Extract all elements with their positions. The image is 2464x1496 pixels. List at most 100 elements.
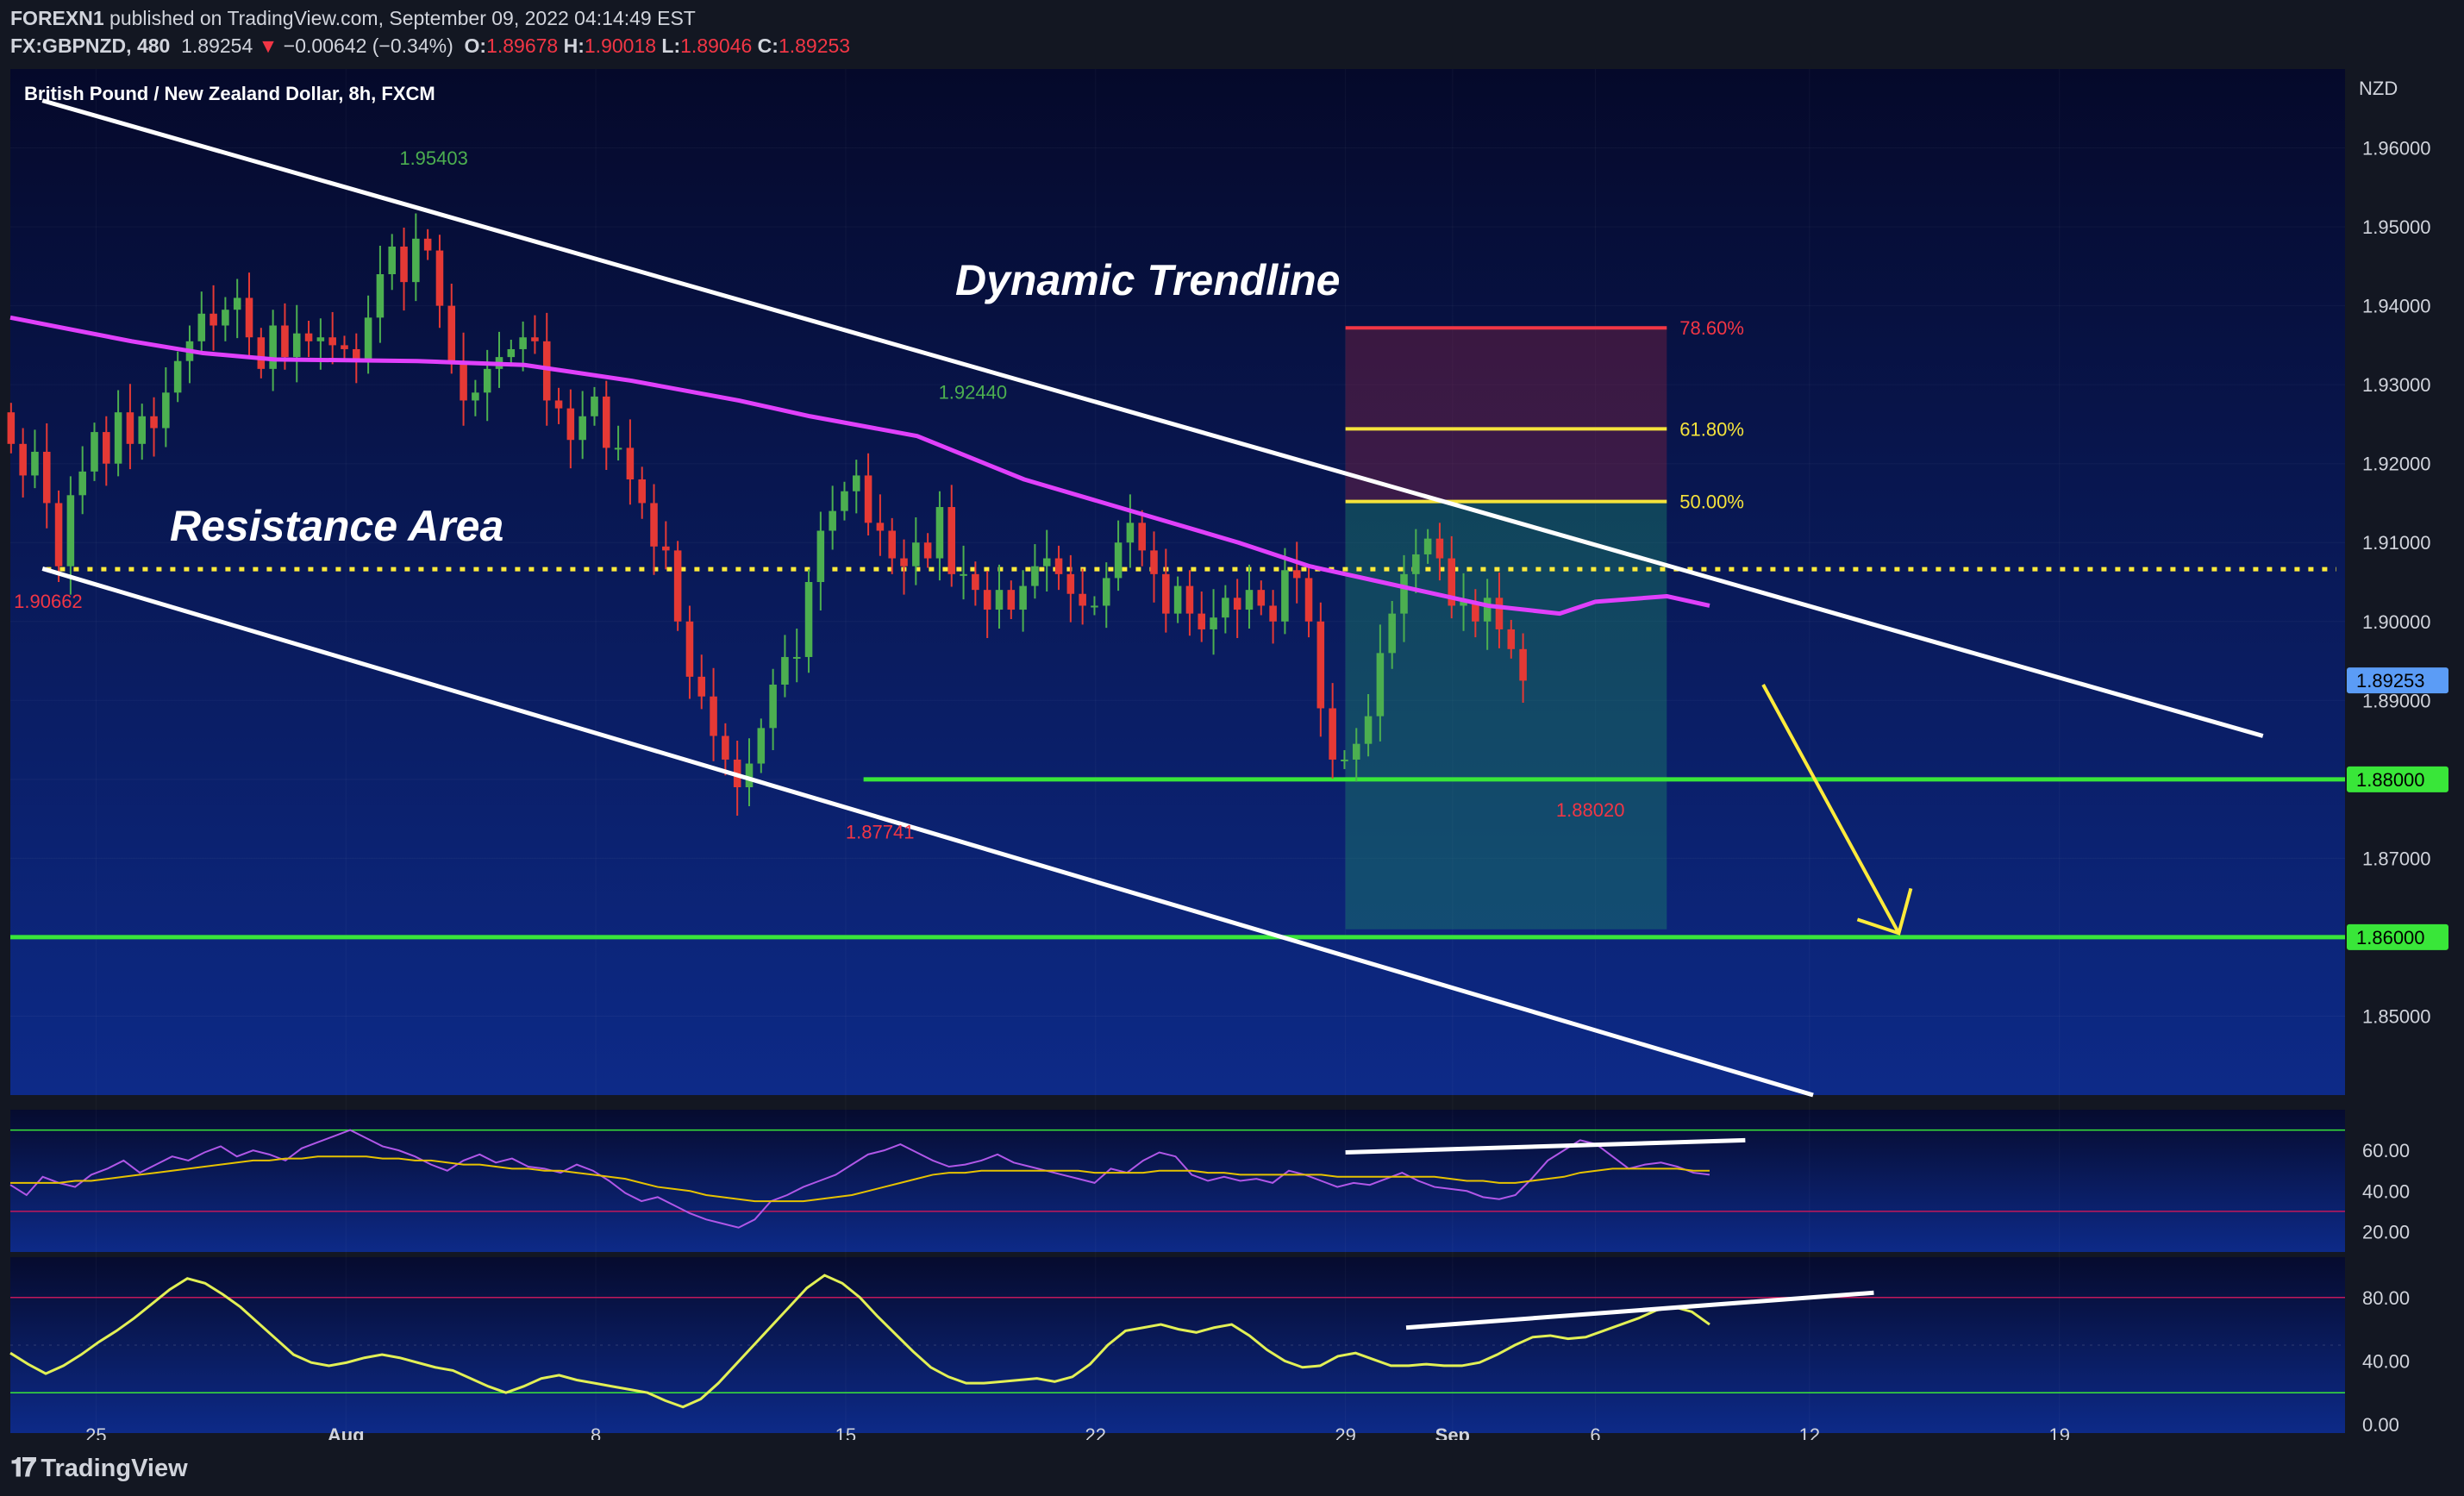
tradingview-logo[interactable]: 𝟏𝟕 TradingView <box>10 1454 188 1483</box>
time-tick-label: 15 <box>835 1424 856 1440</box>
symbol-label[interactable]: FX:GBPNZD, 480 <box>10 34 170 57</box>
candle-up <box>1091 605 1098 608</box>
currency-label: NZD <box>2359 78 2398 99</box>
candle-up <box>1019 585 1027 610</box>
price-tag-label: 1.88000 <box>2356 769 2425 791</box>
price-extreme-label: 1.95403 <box>399 147 468 169</box>
candle-down <box>983 590 991 610</box>
candle-down <box>1435 538 1444 559</box>
candle-up <box>1245 590 1254 610</box>
candle-down <box>1007 590 1016 610</box>
candle-down <box>1292 570 1301 579</box>
candle-down <box>1519 648 1527 681</box>
candle-down <box>900 558 908 566</box>
fib-618-label: 61.80% <box>1679 418 1744 440</box>
candle-down <box>722 735 729 760</box>
candle-up <box>31 451 39 476</box>
candle-up <box>388 246 397 274</box>
publisher-name[interactable]: FOREXN1 <box>10 7 104 29</box>
rsi-tick-label: 60.00 <box>2362 1140 2410 1161</box>
candle-down <box>864 475 872 523</box>
candle-down <box>42 451 51 504</box>
candle-down <box>1198 613 1206 629</box>
candle-up <box>1126 523 1135 543</box>
candle-down <box>54 503 63 566</box>
candle-up <box>1400 573 1408 614</box>
candle-down <box>1257 590 1266 606</box>
candle-down <box>1269 605 1277 622</box>
candle-up <box>591 396 598 416</box>
candle-down <box>341 345 348 349</box>
stoch-tick-label: 0.00 <box>2362 1414 2399 1436</box>
candle-up <box>1102 578 1110 606</box>
published-text: published on TradingView.com, September … <box>109 7 696 29</box>
candle-down <box>423 238 432 251</box>
candle-up <box>816 530 825 582</box>
candle-down <box>542 341 551 401</box>
candle-up <box>1114 542 1123 579</box>
candle-up <box>995 590 1004 610</box>
fib-786-label: 78.60% <box>1679 317 1744 339</box>
candle-up <box>162 392 170 429</box>
candle-up <box>757 728 766 764</box>
candle-up <box>316 337 325 341</box>
candle-up <box>1173 585 1182 614</box>
candle-up <box>1341 759 1348 761</box>
candle-down <box>103 432 110 464</box>
chart-header: FOREXN1 published on TradingView.com, Se… <box>0 0 2464 69</box>
candle-up <box>829 510 836 531</box>
price-extreme-label: 1.87741 <box>846 822 915 843</box>
candle-down <box>1079 593 1086 606</box>
candle-up <box>412 238 420 283</box>
price-tick-label: 1.96000 <box>2362 138 2431 160</box>
resistance-area-annotation: Resistance Area <box>170 502 503 550</box>
dynamic-trendline-annotation: Dynamic Trendline <box>955 256 1340 304</box>
candle-down <box>673 550 682 622</box>
chart-area[interactable]: 78.60% 61.80% 50.00% 1.95403 1.92440 1.90662… <box>0 69 2464 1446</box>
candle-down <box>281 325 289 358</box>
candle-down <box>150 416 158 429</box>
time-tick-label: Aug <box>328 1424 365 1440</box>
close-value: 1.89253 <box>778 34 851 57</box>
fib-discount-zone <box>1345 501 1667 930</box>
candle-up <box>519 337 527 349</box>
candle-down <box>1138 523 1146 551</box>
price-tick-label: 1.92000 <box>2362 454 2431 475</box>
candle-down <box>400 246 408 283</box>
candle-down <box>328 337 336 346</box>
price-extreme-label: 1.90662 <box>14 591 83 612</box>
candle-down <box>1316 621 1325 709</box>
chart-svg[interactable]: 78.60% 61.80% 50.00% 1.95403 1.92440 1.90662… <box>0 69 2464 1446</box>
time-tick-label: 6 <box>1590 1424 1600 1440</box>
chart-title: British Pound / New Zealand Dollar, 8h, … <box>24 83 435 104</box>
candle-up <box>233 297 241 310</box>
candle-down <box>19 443 27 476</box>
candle-up <box>769 685 777 729</box>
price-tick-label: 1.85000 <box>2362 1005 2431 1027</box>
price-tick-label: 1.95000 <box>2362 216 2431 238</box>
time-tick-label: 12 <box>1799 1424 1820 1440</box>
candle-up <box>1423 538 1432 554</box>
publish-info: FOREXN1 published on TradingView.com, Se… <box>10 7 696 30</box>
price-tag-label: 1.89253 <box>2356 670 2425 692</box>
candle-down <box>1507 629 1516 649</box>
tradingview-logo-text: TradingView <box>41 1454 188 1482</box>
price-tick-label: 1.94000 <box>2362 296 2431 317</box>
low-label: L: <box>661 34 681 57</box>
fib-500-label: 50.00% <box>1679 491 1744 513</box>
down-triangle-icon: ▼ <box>258 34 278 57</box>
candle-up <box>507 348 516 358</box>
candle-down <box>126 412 134 444</box>
time-tick-label: 22 <box>1085 1424 1106 1440</box>
candle-up <box>852 475 860 491</box>
candle-up <box>781 656 789 685</box>
candle-up <box>138 416 147 444</box>
rsi-pane-background <box>10 1110 2345 1252</box>
candle-down <box>638 479 646 504</box>
candle-down <box>662 546 670 551</box>
candle-up <box>1222 598 1229 618</box>
candle-down <box>972 573 979 591</box>
candle-up <box>197 313 206 341</box>
candle-up <box>1483 598 1492 622</box>
candle-up <box>1210 617 1217 629</box>
